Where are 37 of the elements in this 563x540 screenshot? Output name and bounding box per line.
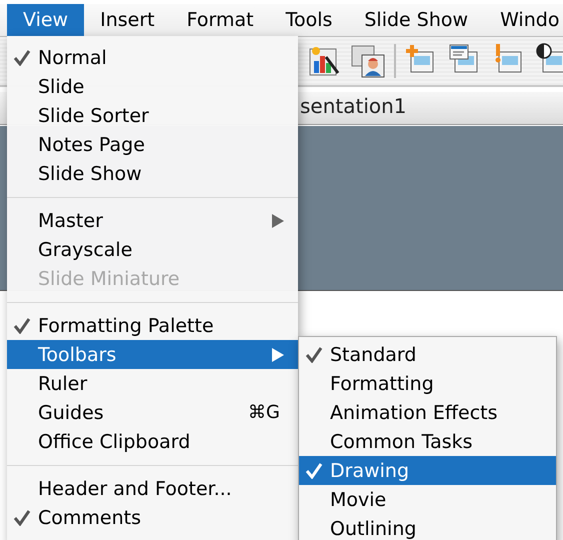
menu-title[interactable]: Windo	[484, 4, 563, 36]
menu-item[interactable]: Toolbars	[7, 340, 298, 369]
menu-item[interactable]: Slide	[7, 72, 298, 101]
menu-item[interactable]: Notes Page	[7, 130, 298, 159]
checkmark-icon	[13, 49, 31, 66]
menu-item[interactable]: Formatting	[299, 369, 556, 398]
checkmark-icon	[305, 346, 323, 363]
menu-item[interactable]: Formatting Palette	[7, 311, 298, 340]
menu-title[interactable]: Tools	[270, 4, 348, 36]
menu-item[interactable]: Slide Sorter	[7, 101, 298, 130]
menu-item[interactable]: Office Clipboard	[7, 427, 298, 456]
menu-item[interactable]: Header and Footer...	[7, 474, 298, 503]
menu-title[interactable]: Slide Show	[348, 4, 484, 36]
menu-item[interactable]: Guides ⌘G	[7, 398, 298, 427]
menu-title[interactable]: View	[7, 4, 84, 36]
menu-item[interactable]: Movie	[299, 485, 556, 514]
menu-item[interactable]: Comments	[7, 503, 298, 532]
menu-item[interactable]: Drawing	[299, 456, 556, 485]
menu-item[interactable]: Standard	[299, 340, 556, 369]
menu-title[interactable]: Format	[170, 4, 270, 36]
menu-title[interactable]: Insert	[84, 4, 171, 36]
menu-item[interactable]: Outlining	[299, 514, 556, 540]
menu-item[interactable]: Normal	[7, 43, 298, 72]
shortcut-label: ⌘G	[248, 401, 280, 425]
menu-item[interactable]: Master	[7, 206, 298, 235]
submenu-arrow-icon	[272, 348, 284, 362]
submenu-arrow-icon	[272, 214, 284, 228]
menu-item[interactable]: Grayscale	[7, 235, 298, 264]
checkmark-icon	[13, 317, 31, 334]
document-title: sentation1	[300, 94, 407, 118]
checkmark-icon	[13, 509, 31, 526]
menu-item[interactable]: Common Tasks	[299, 427, 556, 456]
checkmark-icon	[305, 462, 323, 479]
organization-chart-icon[interactable]	[350, 43, 386, 79]
menu-item[interactable]: Ruler	[7, 369, 298, 398]
menu-item[interactable]: Animation Effects	[299, 398, 556, 427]
menu-item[interactable]: Slide Show	[7, 159, 298, 188]
